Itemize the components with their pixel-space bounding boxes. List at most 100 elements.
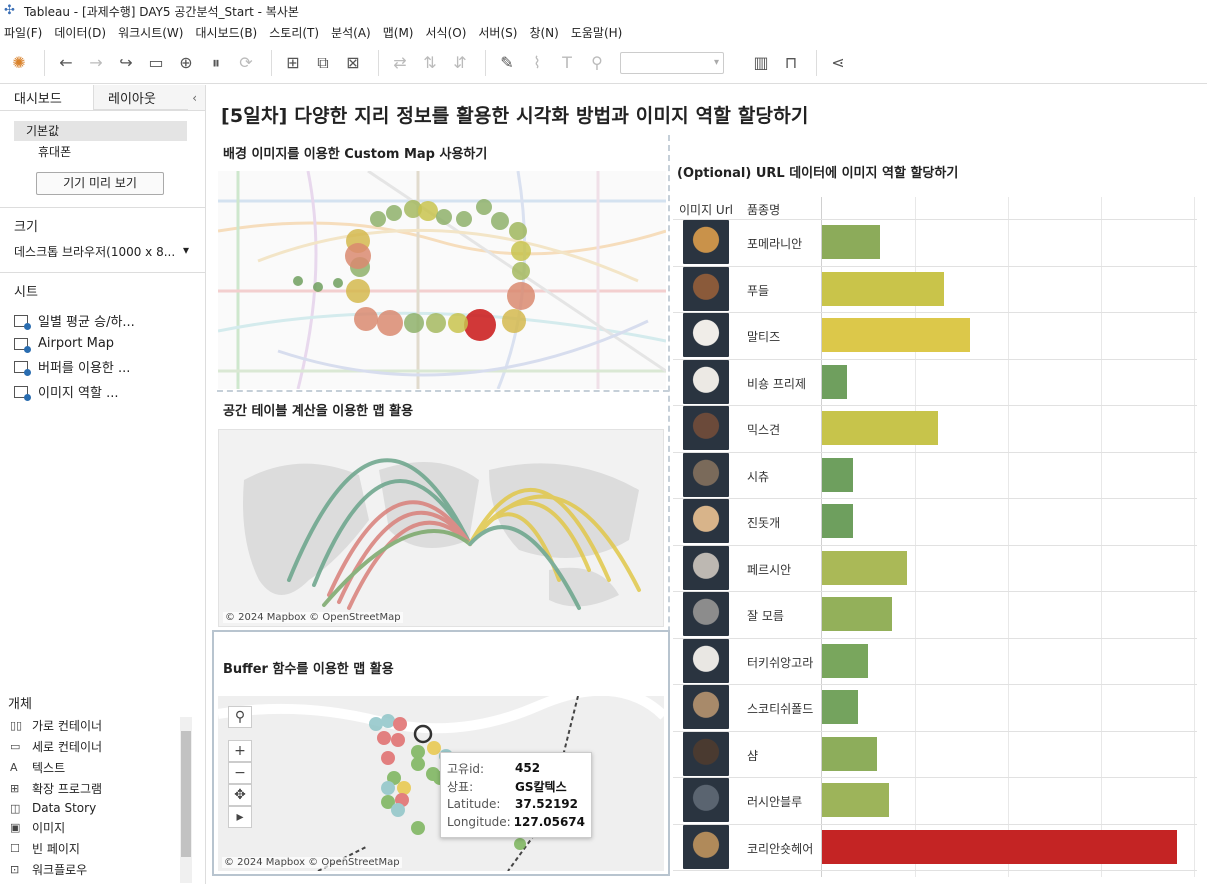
highlight-icon[interactable]: ✎	[494, 50, 520, 76]
new-datasource-icon[interactable]: ⊕	[173, 50, 199, 76]
pin-icon[interactable]: ⚲	[584, 50, 610, 76]
bar-mark[interactable]	[822, 271, 944, 306]
device-preview-button[interactable]: 기기 미리 보기	[36, 172, 164, 195]
map-search-icon[interactable]: ⚲	[228, 706, 252, 728]
object-item[interactable]: A 텍스트	[0, 757, 206, 778]
flow-map-svg	[243, 458, 641, 610]
tooltip-row: Latitude: 37.52192	[447, 795, 585, 813]
gridline	[1101, 197, 1102, 877]
bar-mark[interactable]	[822, 457, 854, 492]
bar-mark[interactable]	[822, 783, 890, 817]
object-item[interactable]: ⊞ 확장 프로그램	[0, 778, 206, 799]
share-icon[interactable]: ⋖	[825, 50, 851, 76]
clear-sheet-icon[interactable]: ⊠	[340, 50, 366, 76]
duplicate-sheet-icon[interactable]: ⧉	[310, 50, 336, 76]
chevron-down-icon: ▾	[182, 243, 189, 257]
sheet-item[interactable]: 버퍼를 이용한 ...	[0, 354, 205, 379]
bar-mark[interactable]	[822, 411, 938, 445]
tab-layout[interactable]: 레이아웃	[94, 85, 188, 110]
zoom-out-icon[interactable]: −	[228, 762, 252, 784]
row-divider	[673, 823, 1197, 825]
breed-label: 터키쉬앙고라	[747, 655, 814, 670]
sort-ascending-icon[interactable]: ⇅	[417, 50, 443, 76]
fit-dropdown[interactable]: ▾	[620, 51, 724, 74]
back-icon[interactable]: ←	[53, 50, 79, 76]
menu-window[interactable]: 창(N)	[525, 24, 566, 41]
breed-label: 시츄	[747, 469, 770, 484]
zone1-title: 배경 이미지를 이용한 Custom Map 사용하기	[223, 147, 488, 162]
forward-icon[interactable]: →	[83, 50, 109, 76]
pet-image	[683, 406, 729, 450]
sheet-item[interactable]: Airport Map	[0, 333, 205, 354]
sheet-item[interactable]: 일별 평균 승/하...	[0, 308, 205, 333]
bar-mark[interactable]	[822, 643, 869, 678]
breed-label: 잘 모름	[747, 609, 784, 623]
group-icon[interactable]: ⌇	[524, 50, 550, 76]
text-icon: A	[10, 761, 18, 774]
map-tooltip: 고유id: 452 상표: GS칼텍스 Latitude: 37.52192 Long…	[440, 752, 592, 838]
new-worksheet-icon[interactable]: ⊞	[280, 50, 306, 76]
size-dropdown[interactable]: 데스크톱 브라우저(1000 x 8... ▾	[14, 243, 189, 260]
play-arrow-icon[interactable]: ▸	[228, 806, 252, 828]
sheet-item[interactable]: 이미지 역할 ...	[0, 379, 205, 404]
menu-story[interactable]: 스토리(T)	[265, 24, 327, 41]
bar-mark[interactable]	[822, 364, 848, 399]
pet-image	[683, 824, 729, 869]
object-item[interactable]: ▯▯ 가로 컨테이너	[0, 715, 206, 736]
bar-mark[interactable]	[822, 829, 1177, 864]
tab-dashboard[interactable]: 대시보드	[0, 85, 94, 110]
bar-mark[interactable]	[822, 597, 893, 631]
bar-mark[interactable]	[822, 225, 881, 259]
bar-mark[interactable]	[822, 318, 970, 352]
object-item[interactable]: ◫ Data Story	[0, 799, 206, 817]
swap-icon[interactable]: ⇄	[387, 50, 413, 76]
device-phone[interactable]: 휴대폰	[38, 143, 205, 160]
menu-data[interactable]: 데이터(D)	[50, 24, 114, 41]
scrollbar-thumb[interactable]	[181, 731, 191, 857]
tableau-home-icon[interactable]: ✺	[6, 50, 32, 76]
bar-mark[interactable]	[822, 690, 859, 724]
menu-dashboard[interactable]: 대시보드(B)	[191, 24, 265, 41]
menu-format[interactable]: 서식(O)	[422, 24, 475, 41]
bar-mark[interactable]	[822, 504, 854, 538]
bar-mark[interactable]	[822, 550, 908, 585]
object-item[interactable]: ▣ 이미지	[0, 817, 206, 838]
buffer-map-view[interactable]: ⚲ + − ✥ ▸ 고유id: 452 상표: GS칼텍스 Latitude: 37.…	[218, 696, 664, 871]
redo-icon[interactable]: ↪	[113, 50, 139, 76]
collapse-pane-icon[interactable]: ‹	[188, 85, 205, 110]
toolbar: ✺ ← → ↪ ▭ ⊕ ⏸ ⟳ ⊞ ⧉ ⊠ ⇄ ⇅ ⇵ ✎ ⌇ T ⚲ ▾ ▥ …	[0, 42, 1207, 84]
object-item[interactable]: ☐ 빈 페이지	[0, 838, 206, 859]
pause-updates-icon[interactable]: ⏸	[203, 50, 229, 76]
row-divider	[673, 684, 1197, 685]
refresh-icon[interactable]: ⟳	[233, 50, 259, 76]
custom-map-view[interactable]	[218, 171, 666, 389]
menu-worksheet[interactable]: 워크시트(W)	[114, 24, 191, 41]
flow-map-view[interactable]: © 2024 Mapbox © OpenStreetMap	[218, 429, 664, 627]
pet-image	[683, 499, 729, 543]
image-role-bar-chart[interactable]: 이미지 Url 품종명 포메라니안 푸들 말티즈 비숑 프리제 믹스견 시츄 진돗개 페르시안…	[673, 197, 1197, 877]
pet-image	[683, 638, 729, 683]
menu-analysis[interactable]: 분석(A)	[327, 24, 379, 41]
menu-map[interactable]: 맵(M)	[379, 24, 422, 41]
row-divider	[673, 219, 1197, 220]
device-default[interactable]: 기본값	[14, 121, 187, 141]
extension-icon: ⊞	[10, 782, 20, 795]
menu-server[interactable]: 서버(S)	[474, 24, 525, 41]
labels-icon[interactable]: T	[554, 50, 580, 76]
menu-help[interactable]: 도움말(H)	[567, 24, 631, 41]
objects-scrollbar[interactable]	[180, 717, 192, 883]
tooltip-value: 127.05674	[513, 815, 585, 829]
row-divider	[673, 870, 1197, 871]
object-item[interactable]: ⊡ 워크플로우	[0, 859, 206, 880]
pan-tool-icon[interactable]: ✥	[228, 784, 252, 806]
menu-file[interactable]: 파일(F)	[0, 24, 50, 41]
pet-image	[683, 266, 729, 311]
bar-mark[interactable]	[822, 736, 878, 771]
object-item[interactable]: ▭ 세로 컨테이너	[0, 736, 206, 757]
zoom-in-icon[interactable]: +	[228, 740, 252, 762]
tooltip-key: Longitude:	[447, 815, 511, 829]
save-icon[interactable]: ▭	[143, 50, 169, 76]
show-me-icon[interactable]: ▥	[748, 50, 774, 76]
presentation-icon[interactable]: ⊓	[778, 50, 804, 76]
sort-descending-icon[interactable]: ⇵	[447, 50, 473, 76]
